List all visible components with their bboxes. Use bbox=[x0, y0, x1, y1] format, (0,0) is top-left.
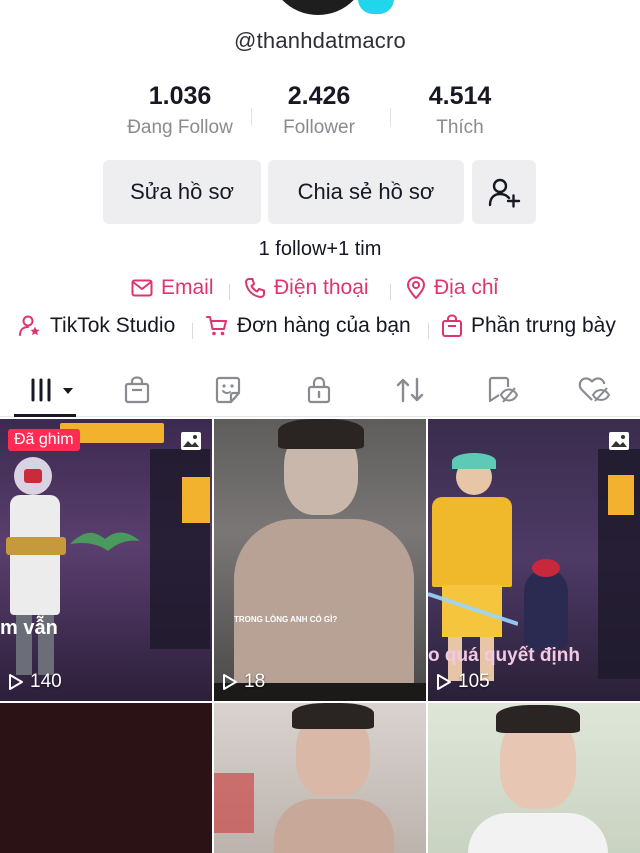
view-count: 140 bbox=[8, 671, 62, 693]
video-grid: m vẫn Đã ghim 140 TRONG LÒNG ANH CÓ GÌ? … bbox=[0, 419, 640, 853]
video-caption: TRONG LÒNG ANH CÓ GÌ? bbox=[234, 615, 338, 624]
view-count: 18 bbox=[222, 671, 265, 693]
pinned-badge: Đã ghim bbox=[8, 429, 80, 451]
view-count-value: 105 bbox=[458, 671, 490, 692]
orders-link[interactable]: Đơn hàng của bạn bbox=[205, 314, 411, 338]
phone-link[interactable]: Điện thoại bbox=[244, 276, 369, 300]
character-shirt bbox=[432, 497, 512, 587]
game-card bbox=[608, 475, 634, 515]
background-poster bbox=[214, 773, 254, 833]
video-caption: m vẫn bbox=[0, 617, 58, 639]
lock-icon bbox=[307, 376, 331, 404]
video-thumbnail[interactable]: o quá quyết định 105 bbox=[428, 419, 640, 701]
showcase-link[interactable]: Phần trưng bày bbox=[441, 314, 616, 338]
video-thumbnail[interactable]: TRONG LÒNG ANH CÓ GÌ? 18 bbox=[214, 419, 426, 701]
email-label: Email bbox=[161, 276, 214, 299]
share-profile-button[interactable]: Chia sẻ hồ sơ bbox=[268, 160, 464, 224]
video-thumbnail[interactable] bbox=[428, 703, 640, 853]
bookmark-hidden-icon bbox=[488, 376, 518, 403]
phone-label: Điện thoại bbox=[274, 276, 369, 299]
video-thumbnail[interactable] bbox=[214, 703, 426, 853]
tab-favorites[interactable] bbox=[478, 372, 526, 408]
likes-label: Thích bbox=[436, 117, 484, 138]
tab-videos[interactable] bbox=[24, 372, 78, 408]
play-icon bbox=[9, 674, 23, 690]
active-tab-indicator bbox=[14, 414, 76, 417]
sticker-icon bbox=[215, 376, 241, 404]
address-link[interactable]: Địa chỉ bbox=[406, 276, 498, 300]
orders-label: Đơn hàng của bạn bbox=[237, 314, 411, 337]
game-card bbox=[182, 477, 210, 523]
shopping-bag-icon bbox=[442, 314, 462, 337]
profile-stats: 1.036 Đang Follow 2.426 Follower 4.514 T… bbox=[0, 82, 640, 142]
location-pin-icon bbox=[406, 276, 426, 300]
likes-stat[interactable]: 4.514 Thích bbox=[370, 82, 550, 139]
tab-private[interactable] bbox=[295, 372, 343, 408]
phone-icon bbox=[245, 278, 265, 298]
creator-links-row: TikTok Studio Đơn hàng của bạn Phần trưn… bbox=[0, 314, 640, 346]
penguin-hat bbox=[532, 559, 560, 577]
play-icon bbox=[223, 674, 237, 690]
person-torso bbox=[274, 799, 394, 853]
person-hair bbox=[292, 703, 374, 729]
character-mask bbox=[24, 469, 42, 483]
grid-videos-icon bbox=[31, 378, 73, 402]
profile-bio: 1 follow+1 tim bbox=[258, 238, 382, 260]
person-hair bbox=[496, 705, 580, 733]
shop-bag-icon bbox=[124, 376, 150, 404]
cart-icon bbox=[206, 316, 227, 336]
add-avatar-badge[interactable] bbox=[355, 0, 397, 17]
mail-icon bbox=[131, 279, 153, 297]
view-count-value: 18 bbox=[244, 671, 266, 692]
bird-pet bbox=[70, 532, 140, 551]
penguin-pet bbox=[524, 569, 568, 649]
avatar[interactable] bbox=[268, 0, 368, 15]
add-person-icon bbox=[488, 178, 521, 208]
person-star-icon bbox=[19, 315, 40, 336]
person-hair bbox=[278, 419, 364, 449]
heart-hidden-icon bbox=[578, 377, 611, 402]
character-body bbox=[10, 495, 60, 615]
person-shirt bbox=[468, 813, 608, 853]
tab-liked[interactable] bbox=[570, 372, 618, 408]
video-thumbnail[interactable]: m vẫn Đã ghim 140 bbox=[0, 419, 212, 701]
edit-profile-button[interactable]: Sửa hồ sơ bbox=[103, 160, 261, 224]
showcase-label: Phần trưng bày bbox=[471, 314, 616, 337]
likes-count: 4.514 bbox=[428, 82, 492, 110]
video-caption: o quá quyết định bbox=[428, 645, 580, 666]
tab-shop[interactable] bbox=[113, 372, 161, 408]
tiktok-studio-label: TikTok Studio bbox=[50, 314, 176, 337]
video-thumbnail[interactable] bbox=[0, 703, 212, 853]
contact-divider bbox=[229, 284, 230, 300]
view-count: 105 bbox=[436, 671, 490, 693]
profile-tabs bbox=[0, 366, 640, 417]
tab-reposts[interactable] bbox=[386, 372, 434, 408]
play-icon bbox=[437, 674, 451, 690]
add-friend-button[interactable] bbox=[472, 160, 536, 224]
address-label: Địa chỉ bbox=[434, 276, 499, 299]
photo-mode-icon bbox=[181, 432, 201, 450]
tiktok-studio-link[interactable]: TikTok Studio bbox=[18, 314, 175, 338]
character-hair bbox=[452, 453, 496, 469]
email-link[interactable]: Email bbox=[131, 276, 214, 300]
link-divider bbox=[428, 323, 429, 339]
contact-divider bbox=[390, 284, 391, 300]
character-weapon bbox=[6, 537, 66, 555]
light-blade bbox=[428, 592, 518, 626]
tab-stickers[interactable] bbox=[204, 372, 252, 408]
view-count-value: 140 bbox=[30, 671, 62, 692]
link-divider bbox=[192, 323, 193, 339]
contact-row: Email Điện thoại Địa chỉ bbox=[0, 276, 640, 306]
repost-icon bbox=[396, 377, 424, 403]
username: @thanhdatmacro bbox=[234, 28, 406, 53]
photo-mode-icon bbox=[609, 432, 629, 450]
